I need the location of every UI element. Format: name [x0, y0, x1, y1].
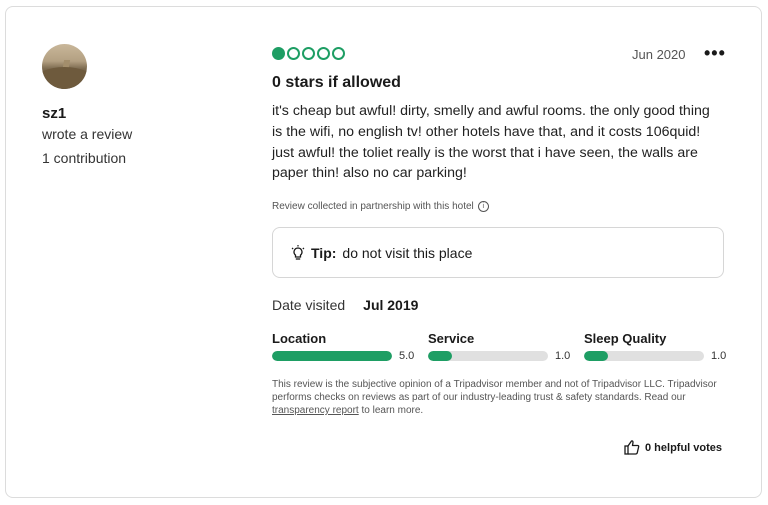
subrating-bar — [272, 351, 392, 361]
review-date: Jun 2020 — [632, 47, 686, 62]
subrating-label: Sleep Quality — [584, 331, 667, 346]
helpful-votes-button[interactable]: 0 helpful votes — [624, 440, 722, 455]
more-dots-icon[interactable]: ••• — [704, 44, 726, 62]
tip-label: Tip: — [311, 244, 337, 261]
rating-bubble-empty — [287, 47, 300, 60]
disclaimer-text: This review is the subjective opinion of… — [272, 379, 717, 403]
subrating-value: 1.0 — [555, 350, 571, 362]
tip-box: Tip: do not visit this place — [272, 227, 724, 278]
subrating-value: 1.0 — [711, 350, 727, 362]
reviewer-action: wrote a review — [42, 126, 133, 142]
contribution-count: 1 contribution — [42, 150, 127, 166]
subrating-bar — [428, 351, 548, 361]
subrating-label: Service — [428, 331, 475, 346]
subrating-fill — [272, 351, 392, 361]
avatar[interactable] — [42, 44, 87, 89]
date-visited-value: Jul 2019 — [363, 297, 419, 313]
subrating-location: Location 5.0 — [272, 331, 428, 362]
date-visited-label: Date visited — [272, 297, 346, 313]
subrating-value: 5.0 — [399, 350, 415, 362]
info-icon[interactable]: i — [477, 201, 489, 212]
subrating-fill — [428, 351, 452, 361]
subrating-sleep-quality: Sleep Quality 1.0 — [584, 331, 740, 362]
disclaimer-text-end: to learn more. — [358, 405, 424, 416]
date-visited: Date visited Jul 2019 — [272, 297, 418, 313]
subratings: Location 5.0 Service 1.0 Sleep Quality 1… — [272, 331, 740, 362]
reviewer-name[interactable]: sz1 — [42, 105, 66, 122]
rating-bubble-empty — [332, 47, 345, 60]
subrating-label: Location — [272, 331, 327, 346]
rating-bubble-empty — [302, 47, 315, 60]
partner-note: Review collected in partnership with thi… — [272, 201, 489, 212]
partner-note-text: Review collected in partnership with thi… — [272, 201, 474, 212]
helpful-votes-text: 0 helpful votes — [645, 441, 723, 454]
rating-bubble-filled — [272, 47, 285, 60]
tip-text: do not visit this place — [342, 244, 473, 261]
disclaimer: This review is the subjective opinion of… — [272, 378, 732, 417]
thumbs-up-icon — [624, 440, 640, 455]
subrating-service: Service 1.0 — [428, 331, 584, 362]
lightbulb-icon — [291, 244, 305, 260]
transparency-report-link[interactable]: transparency report — [272, 405, 359, 416]
subrating-fill — [584, 351, 608, 361]
subrating-bar — [584, 351, 704, 361]
rating-bubble-empty — [317, 47, 330, 60]
bubble-rating — [272, 47, 345, 60]
review-text: it's cheap but awful! dirty, smelly and … — [272, 103, 710, 182]
review-title: 0 stars if allowed — [272, 74, 401, 91]
